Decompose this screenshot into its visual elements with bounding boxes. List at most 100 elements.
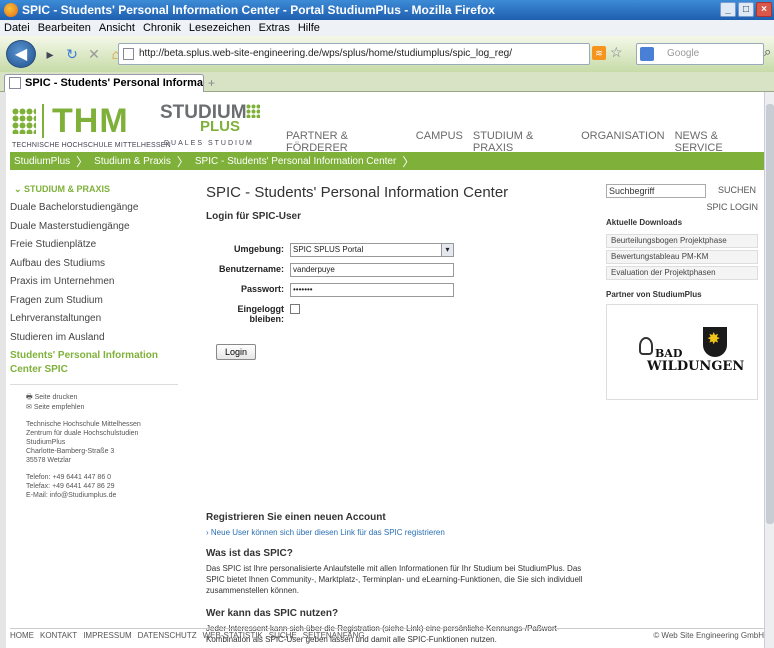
footer-link-suche[interactable]: SUCHE — [269, 631, 297, 640]
leftnav-item[interactable]: Aufbau des Studiums — [10, 257, 178, 276]
bookmark-star-icon[interactable]: ☆ — [610, 44, 623, 61]
leftnav-item[interactable]: Fragen zum Studium — [10, 294, 178, 313]
address-bar-url: http://beta.splus.web-site-engineering.d… — [139, 48, 512, 59]
address-line: Charlotte-Bamberg-Straße 3 — [26, 448, 115, 455]
footer-link-seitenanfang[interactable]: SEITENANFANG — [303, 631, 365, 640]
menu-hilfe[interactable]: Hilfe — [298, 22, 320, 34]
left-navigation: ⌄ STUDIUM & PRAXIS Duale Bachelorstudien… — [10, 184, 178, 377]
address-block: Technische Hochschule Mittelhessen Zentr… — [26, 420, 178, 465]
footer-link-kontakt[interactable]: KONTAKT — [40, 631, 77, 640]
username-label: Benutzername: — [218, 264, 284, 274]
copyright: © Web Site Engineering GmbH — [653, 631, 764, 640]
tab-spic[interactable]: SPIC - Students' Personal Informatio... — [4, 74, 204, 92]
recommend-icon: ✉ — [26, 404, 34, 411]
menu-ansicht[interactable]: Ansicht — [99, 22, 135, 34]
new-tab-button[interactable]: + — [208, 76, 215, 90]
leftnav-item[interactable]: Lehrveranstaltungen — [10, 312, 178, 331]
studiumplus-tagline: DUALES STUDIUM — [164, 140, 254, 147]
tab-label: SPIC - Students' Personal Informatio... — [25, 77, 204, 89]
maximize-button[interactable]: □ — [738, 2, 754, 17]
chevron-down-icon: ⌄ — [14, 184, 25, 194]
studiumplus-logo[interactable]: STUDIUM PLUS DUALES STUDIUM — [160, 102, 270, 152]
window-title: SPIC - Students' Personal Information Ce… — [22, 3, 495, 17]
breadcrumb-studium-praxis[interactable]: Studium & Praxis — [94, 156, 171, 167]
topnav-news-service[interactable]: NEWS & SERVICE — [675, 130, 764, 154]
download-link[interactable]: Bewertungstableau PM-KM — [606, 250, 758, 264]
leftnav-item-active[interactable]: Students' Personal Information Center SP… — [10, 349, 178, 377]
stay-logged-in-checkbox[interactable] — [290, 304, 300, 314]
page-icon — [123, 48, 134, 60]
umgebung-label: Umgebung: — [234, 244, 284, 254]
page-favicon-icon — [9, 77, 21, 89]
footer-link-impressum[interactable]: IMPRESSUM — [83, 631, 131, 640]
search-engine-icon[interactable] — [640, 47, 654, 61]
footer-link-datenschutz[interactable]: DATENSCHUTZ — [138, 631, 197, 640]
username-input[interactable]: vanderpuye — [290, 263, 454, 277]
download-link[interactable]: Evaluation der Projektphasen — [606, 266, 758, 280]
register-link[interactable]: › Neue User können sich über diesen Link… — [206, 527, 586, 538]
leftnav-section-title[interactable]: ⌄ STUDIUM & PRAXIS — [10, 184, 178, 195]
search-icon[interactable]: ⌕ — [764, 44, 771, 60]
footer-link-web-statistik[interactable]: WEB-STATISTIK — [203, 631, 263, 640]
leftnav-item[interactable]: Duale Masterstudiengänge — [10, 220, 178, 239]
stop-icon[interactable]: ✕ — [86, 46, 102, 63]
page-left-edge — [0, 92, 6, 648]
menu-datei[interactable]: Datei — [4, 22, 30, 34]
recommend-page-link[interactable]: ✉ Seite empfehlen — [26, 403, 178, 412]
leftnav-item[interactable]: Freie Studienplätze — [10, 238, 178, 257]
breadcrumb-spic[interactable]: SPIC - Students' Personal Information Ce… — [195, 156, 396, 167]
partner-heading: Partner von StudiumPlus — [606, 290, 702, 299]
spic-login-link[interactable]: SPIC LOGIN — [706, 202, 758, 212]
topnav-organisation[interactable]: ORGANISATION — [581, 130, 665, 154]
vertical-scrollbar[interactable] — [764, 92, 774, 648]
menubar: Datei Bearbeiten Ansicht Chronik Lesezei… — [0, 20, 774, 36]
address-bar[interactable]: http://beta.splus.web-site-engineering.d… — [118, 43, 590, 65]
navigation-toolbar: ◀ ▸ ↻ ✕ ⌂ http://beta.splus.web-site-eng… — [0, 36, 774, 72]
email[interactable]: E-Mail: info@Studiumplus.de — [26, 491, 178, 500]
menu-bearbeiten[interactable]: Bearbeiten — [38, 22, 91, 34]
topnav-campus[interactable]: CAMPUS — [416, 130, 463, 154]
forward-arrow-icon[interactable]: ▸ — [42, 46, 58, 63]
footer-link-home[interactable]: HOME — [10, 631, 34, 640]
menu-chronik[interactable]: Chronik — [143, 22, 181, 34]
breadcrumb-separator-icon: 〉 — [76, 154, 89, 169]
leftnav-item[interactable]: Studieren im Ausland — [10, 331, 178, 350]
scrollbar-thumb[interactable] — [766, 104, 774, 524]
leftnav-item[interactable]: Duale Bachelorstudiengänge — [10, 201, 178, 220]
umgebung-select[interactable]: SPIC SPLUS Portal ▾ — [290, 243, 454, 257]
address-line: Technische Hochschule Mittelhessen — [26, 421, 141, 428]
partner-logo-box[interactable]: ✸ BAD WILDUNGEN — [606, 304, 758, 400]
breadcrumb-studiumplus[interactable]: StudiumPlus — [14, 156, 70, 167]
contact-box: 🖶 Seite drucken ✉ Seite empfehlen Techni… — [10, 384, 178, 500]
back-button[interactable]: ◀ — [6, 40, 36, 68]
what-heading: Was ist das SPIC? — [206, 548, 293, 559]
close-button[interactable]: × — [756, 2, 772, 17]
reload-icon[interactable]: ↻ — [64, 46, 80, 63]
address-line: Zentrum für duale Hochschulstudien — [26, 430, 139, 437]
site-search-input[interactable]: Suchbegriff — [606, 184, 706, 198]
firefox-icon — [4, 3, 18, 17]
password-input[interactable]: ••••••• — [290, 283, 454, 297]
thm-wordmark: THM — [52, 102, 129, 140]
figure-icon — [639, 337, 653, 355]
site-search-button[interactable]: SUCHEN — [718, 185, 756, 195]
leftnav-item[interactable]: Praxis im Unternehmen — [10, 275, 178, 294]
menu-lesezeichen[interactable]: Lesezeichen — [189, 22, 251, 34]
password-label: Passwort: — [240, 284, 284, 294]
login-button[interactable]: Login — [216, 344, 256, 360]
download-link[interactable]: Beurteilungsbogen Projektphase — [606, 234, 758, 248]
chevron-down-icon[interactable]: ▾ — [441, 244, 453, 256]
topnav-studium-praxis[interactable]: STUDIUM & PRAXIS — [473, 130, 571, 154]
login-heading: Login für SPIC-User — [206, 211, 302, 222]
breadcrumb-separator-icon: 〉 — [402, 154, 415, 169]
topnav-partner[interactable]: PARTNER & FÖRDERER — [286, 130, 406, 154]
printer-icon: 🖶 — [26, 394, 35, 401]
minimize-button[interactable]: _ — [720, 2, 736, 17]
thm-logo[interactable]: THM TECHNISCHE HOCHSCHULE MITTELHESSEN — [12, 102, 171, 152]
menu-extras[interactable]: Extras — [259, 22, 290, 34]
rss-feed-icon[interactable]: ≋ — [592, 46, 606, 60]
print-page-link[interactable]: 🖶 Seite drucken — [26, 393, 178, 402]
address-line: StudiumPlus — [26, 439, 66, 446]
browser-search-input[interactable]: Google — [636, 43, 764, 65]
fax: Telefax: +49 6441 447 86 29 — [26, 483, 115, 490]
